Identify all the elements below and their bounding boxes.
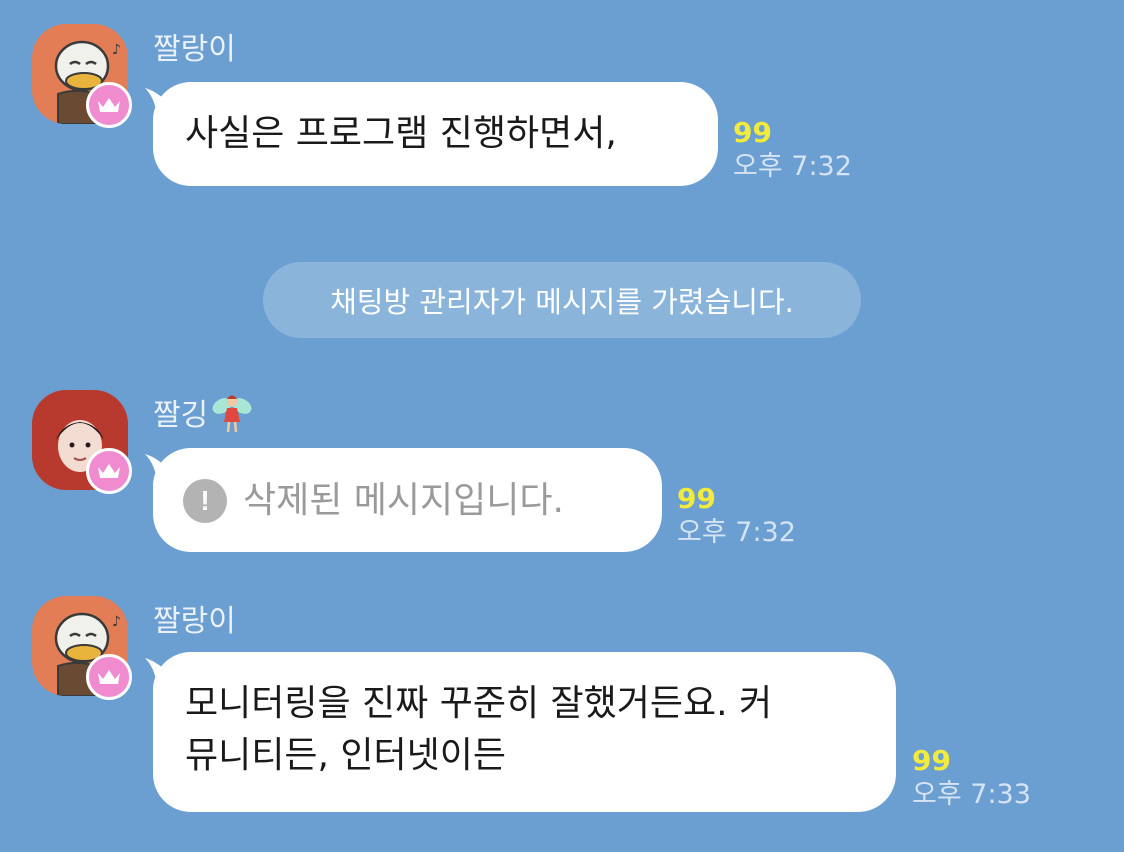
crown-icon [98, 464, 120, 478]
bubble-tail [145, 454, 173, 482]
message-bubble[interactable]: 사실은 프로그램 진행하면서, [145, 82, 718, 186]
message-time: 오후 7:33 [912, 779, 1031, 810]
crown-badge [86, 654, 132, 700]
sender-name-text: 짤랑이 [153, 604, 236, 639]
crown-icon [98, 98, 120, 112]
sender-name: 짤랑이 [153, 24, 236, 68]
message-text: 삭제된 메시지입니다. [243, 480, 564, 521]
unread-count: 99 [912, 744, 951, 777]
message-bubble[interactable]: 모니터링을 진짜 꾸준히 잘했거든요. 커 뮤니티든, 인터넷이든 [145, 652, 896, 812]
sender-name: 짤랑이 [153, 596, 236, 640]
unread-count: 99 [733, 116, 772, 149]
bubble-tail [145, 658, 173, 686]
crown-badge [86, 448, 132, 494]
fairy-icon [212, 395, 252, 433]
deleted-message-bubble[interactable]: ! 삭제된 메시지입니다. [145, 448, 662, 552]
message-meta: 99 오후 7:32 [733, 116, 852, 184]
crown-icon [98, 670, 120, 684]
message-meta: 99 오후 7:32 [677, 482, 796, 550]
message-text: 사실은 프로그램 진행하면서, [185, 113, 617, 154]
exclamation-icon: ! [183, 479, 227, 523]
bubble-tail [145, 88, 173, 116]
avatar-jjalging[interactable] [32, 390, 132, 494]
message-text-line: 뮤니티든, 인터넷이든 [185, 735, 506, 776]
message-time: 오후 7:32 [677, 517, 796, 548]
message-text-line: 모니터링을 진짜 꾸준히 잘했거든요. 커 [185, 683, 773, 724]
system-notice: 채팅방 관리자가 메시지를 가렸습니다. [263, 262, 861, 338]
avatar-jjallangi-1[interactable]: ♪ [32, 24, 132, 128]
svg-text:♪: ♪ [112, 614, 121, 630]
message-meta: 99 오후 7:33 [912, 744, 1031, 812]
crown-badge [86, 82, 132, 128]
unread-count: 99 [677, 482, 716, 515]
sender-name: 짤깅 [153, 390, 254, 434]
sender-name-text: 짤깅 [153, 398, 209, 433]
sender-name-text: 짤랑이 [153, 32, 236, 67]
svg-text:♪: ♪ [112, 42, 121, 58]
notice-text: 채팅방 관리자가 메시지를 가렸습니다. [330, 285, 794, 319]
message-time: 오후 7:32 [733, 151, 852, 182]
avatar-jjallangi-2[interactable]: ♪ [32, 596, 132, 700]
